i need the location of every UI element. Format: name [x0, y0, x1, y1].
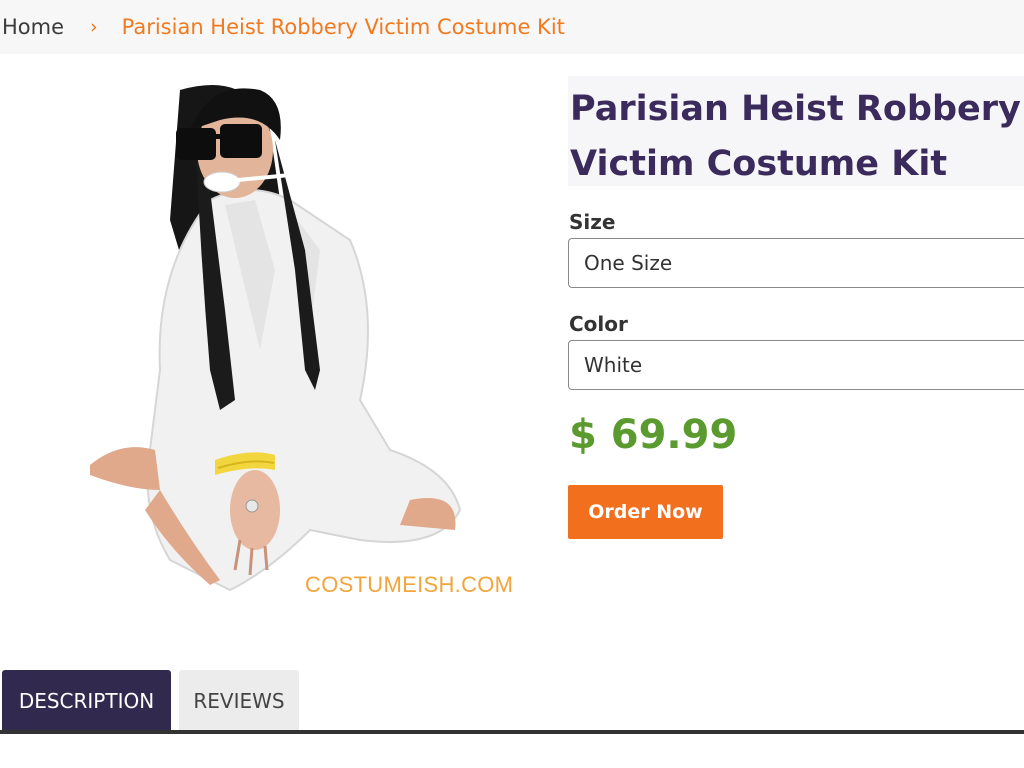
breadcrumb-separator-icon: ›: [90, 16, 98, 38]
breadcrumb-current-link[interactable]: Parisian Heist Robbery Victim Costume Ki…: [122, 15, 565, 39]
product-title: Parisian Heist Robbery Victim Costume Ki…: [570, 89, 1021, 184]
image-watermark: COSTUMEISH.COM: [305, 572, 514, 597]
color-select[interactable]: White: [568, 340, 1024, 390]
size-select[interactable]: One Size: [568, 238, 1024, 288]
product-page: Home › Parisian Heist Robbery Victim Cos…: [0, 0, 1024, 768]
size-select-value: One Size: [584, 251, 673, 275]
order-now-button[interactable]: Order Now: [568, 485, 723, 539]
tab-reviews[interactable]: REVIEWS: [179, 670, 299, 732]
size-label: Size: [569, 210, 616, 234]
product-price: $ 69.99: [569, 412, 738, 458]
color-select-value: White: [584, 353, 643, 377]
product-image[interactable]: [60, 70, 540, 610]
product-title-box: Parisian Heist Robbery Victim Costume Ki…: [568, 76, 1024, 186]
tab-description[interactable]: DESCRIPTION: [2, 670, 171, 732]
product-tabs: DESCRIPTION REVIEWS: [0, 670, 1024, 734]
breadcrumb-home-link[interactable]: Home: [2, 15, 64, 39]
tabs-divider: [0, 730, 1024, 734]
color-label: Color: [569, 312, 628, 336]
breadcrumb: Home › Parisian Heist Robbery Victim Cos…: [0, 0, 1024, 54]
